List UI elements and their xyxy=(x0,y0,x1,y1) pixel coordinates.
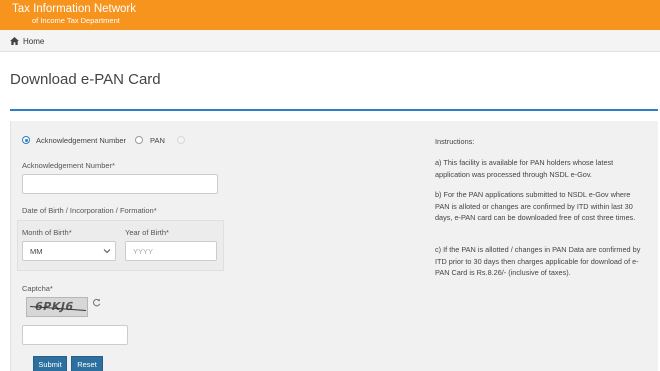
ack-number-label: Acknowledgement Number* xyxy=(22,161,115,170)
reset-button[interactable]: Reset xyxy=(71,356,103,371)
captcha-label: Captcha* xyxy=(22,284,53,293)
instructions-heading: Instructions: xyxy=(435,137,475,146)
page-title: Download e-PAN Card xyxy=(10,71,161,88)
chevron-down-icon xyxy=(103,249,111,254)
year-label: Year of Birth* xyxy=(125,228,169,237)
captcha-image: 6PKJ6 xyxy=(26,297,88,317)
year-placeholder: YYYY xyxy=(133,247,154,256)
instruction-c: c) If the PAN is allotted / changes in P… xyxy=(435,245,641,277)
breadcrumb-home-link[interactable]: Home xyxy=(23,37,44,46)
dob-label: Date of Birth / Incorporation / Formatio… xyxy=(22,206,157,215)
month-select[interactable]: MM xyxy=(22,241,116,261)
ack-number-input[interactable] xyxy=(22,174,218,194)
site-header: Tax Information Network of Income Tax De… xyxy=(0,0,660,30)
radio-pan[interactable] xyxy=(135,136,143,144)
radio-disabled xyxy=(177,136,185,144)
home-icon[interactable] xyxy=(10,37,19,45)
captcha-input[interactable] xyxy=(22,325,128,345)
month-label: Month of Birth* xyxy=(22,228,72,237)
title-divider xyxy=(10,109,658,111)
site-subtitle: of Income Tax Department xyxy=(32,16,120,25)
radio-acknowledgement-number[interactable] xyxy=(22,136,30,144)
radio-pan-label[interactable]: PAN xyxy=(150,136,165,145)
radio-acknowledgement-label[interactable]: Acknowledgement Number xyxy=(36,136,126,145)
submit-button[interactable]: Submit xyxy=(33,356,67,371)
instruction-a: a) This facility is available for PAN ho… xyxy=(435,158,614,179)
instruction-b: b) For the PAN applications submitted to… xyxy=(435,190,636,222)
breadcrumb: Home xyxy=(0,30,660,52)
site-title[interactable]: Tax Information Network xyxy=(12,3,136,15)
refresh-icon[interactable] xyxy=(92,298,101,307)
year-input[interactable]: YYYY xyxy=(125,241,217,261)
month-select-value: MM xyxy=(30,247,43,256)
